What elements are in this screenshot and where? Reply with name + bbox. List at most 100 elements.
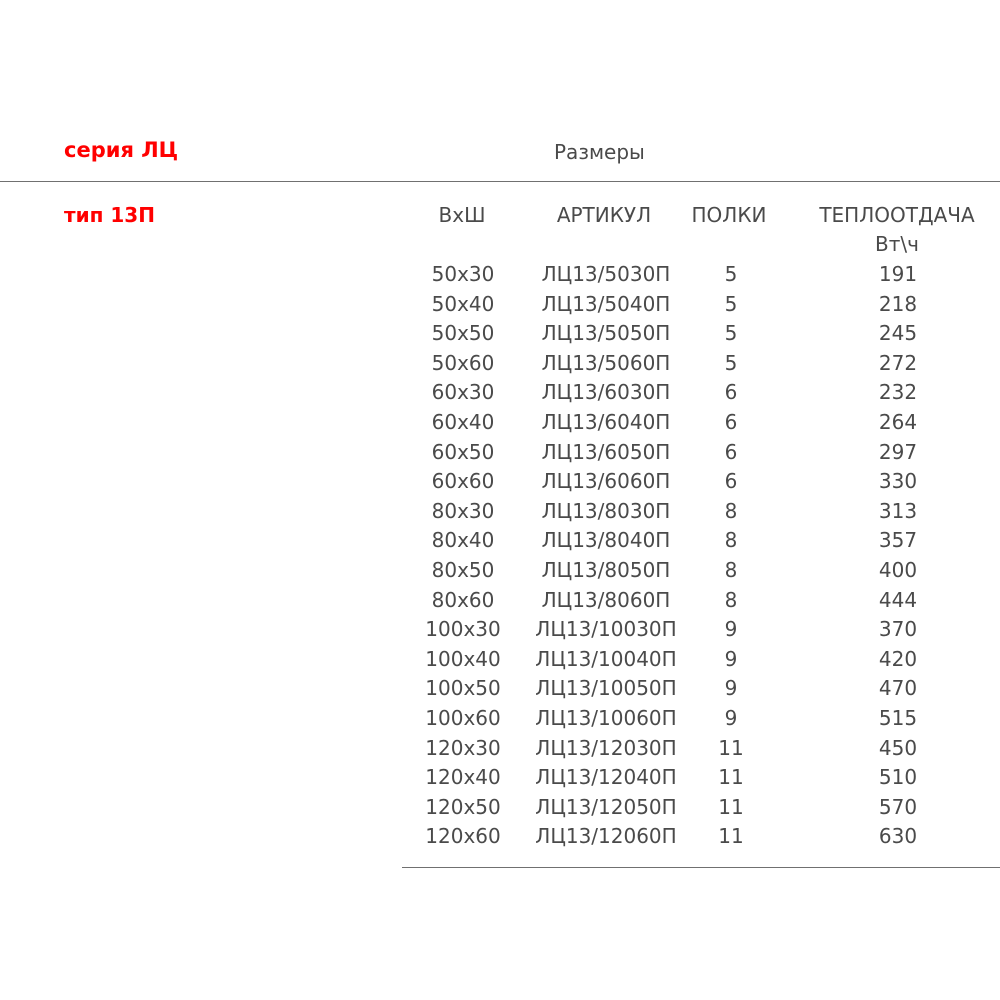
article-cell: ЛЦ13/8040П [541,528,671,553]
heat-output-cell: 264 [878,409,918,434]
column-header-size: ВхШ [438,203,486,227]
size-cell: 60х50 [431,439,495,464]
shelves-cell: 8 [724,557,738,582]
heat-output-cell: 232 [878,380,918,405]
table-row: 50х60 ЛЦ13/5060П 5 272 [0,349,1000,379]
size-cell: 100х50 [425,676,501,701]
table-row: 120х60 ЛЦ13/12060П 11 630 [0,822,1000,852]
article-cell: ЛЦ13/10060П [535,705,677,730]
heat-output-cell: 357 [878,528,918,553]
table-row: 80х40 ЛЦ13/8040П 8 357 [0,526,1000,556]
shelves-cell: 5 [724,262,738,286]
top-divider [0,181,1000,182]
table-row: 80х60 ЛЦ13/8060П 8 444 [0,586,1000,616]
shelves-cell: 11 [718,794,744,819]
shelves-cell: 9 [724,705,738,730]
table-row: 80х30 ЛЦ13/8030П 8 313 [0,497,1000,527]
size-cell: 50х30 [431,262,495,286]
heat-output-cell: 218 [878,291,918,316]
heat-output-cell: 313 [878,498,918,523]
size-cell: 80х50 [431,557,495,582]
size-cell: 120х30 [425,735,501,760]
table-row: 50х30 ЛЦ13/5030П 5 191 [0,260,1000,290]
article-cell: ЛЦ13/5050П [541,321,671,346]
shelves-cell: 5 [724,350,738,375]
section-header: Размеры [554,140,645,164]
table-row: 100х60 ЛЦ13/10060П 9 515 [0,704,1000,734]
table-row: 120х30 ЛЦ13/12030П 11 450 [0,734,1000,764]
table-row: 100х50 ЛЦ13/10050П 9 470 [0,674,1000,704]
article-cell: ЛЦ13/6060П [541,469,671,494]
article-cell: ЛЦ13/8030П [541,498,671,523]
shelves-cell: 11 [718,824,744,849]
article-cell: ЛЦ13/10050П [535,676,677,701]
article-cell: ЛЦ13/12060П [535,824,677,849]
shelves-cell: 6 [724,380,738,405]
article-cell: ЛЦ13/10030П [535,617,677,642]
size-cell: 50х50 [431,321,495,346]
table-row: 50х50 ЛЦ13/5050П 5 245 [0,319,1000,349]
heat-output-cell: 191 [878,262,918,286]
heat-output-cell: 444 [878,587,918,612]
shelves-cell: 9 [724,676,738,701]
table-row: 60х60 ЛЦ13/6060П 6 330 [0,467,1000,497]
shelves-cell: 11 [718,735,744,760]
article-cell: ЛЦ13/6040П [541,409,671,434]
series-title: серия ЛЦ [64,138,179,162]
article-cell: ЛЦ13/12030П [535,735,677,760]
heat-output-cell: 330 [878,469,918,494]
heat-output-cell: 515 [878,705,918,730]
heat-output-cell: 400 [878,557,918,582]
heat-output-cell: 420 [878,646,918,671]
shelves-cell: 5 [724,321,738,346]
heat-output-cell: 570 [878,794,918,819]
heat-unit-label: Вт\ч [875,232,919,256]
table-row: 50х40 ЛЦ13/5040П 5 218 [0,290,1000,320]
spec-table-body: 50х30 ЛЦ13/5030П 5 191 50х40 ЛЦ13/5040П 5 218 50… [0,260,1000,852]
size-cell: 100х40 [425,646,501,671]
heat-output-cell: 630 [878,824,918,849]
size-cell: 120х60 [425,824,501,849]
heat-output-cell: 510 [878,765,918,790]
size-cell: 80х60 [431,587,495,612]
size-cell: 100х30 [425,617,501,642]
table-row: 120х40 ЛЦ13/12040П 11 510 [0,763,1000,793]
heat-output-cell: 470 [878,676,918,701]
heat-output-cell: 450 [878,735,918,760]
size-cell: 80х30 [431,498,495,523]
size-cell: 60х60 [431,469,495,494]
heat-output-cell: 245 [878,321,918,346]
size-cell: 50х40 [431,291,495,316]
size-cell: 80х40 [431,528,495,553]
shelves-cell: 8 [724,498,738,523]
table-row: 60х50 ЛЦ13/6050П 6 297 [0,438,1000,468]
shelves-cell: 11 [718,765,744,790]
shelves-cell: 5 [724,291,738,316]
article-cell: ЛЦ13/6050П [541,439,671,464]
article-cell: ЛЦ13/5060П [541,350,671,375]
article-cell: ЛЦ13/8050П [541,557,671,582]
size-cell: 120х50 [425,794,501,819]
shelves-cell: 9 [724,646,738,671]
table-row: 80х50 ЛЦ13/8050П 8 400 [0,556,1000,586]
shelves-cell: 6 [724,409,738,434]
column-header-heat-output: ТЕПЛООТДАЧА [819,203,975,227]
heat-output-cell: 297 [878,439,918,464]
article-cell: ЛЦ13/5040П [541,291,671,316]
table-row: 60х40 ЛЦ13/6040П 6 264 [0,408,1000,438]
heat-output-cell: 370 [878,617,918,642]
size-cell: 120х40 [425,765,501,790]
article-cell: ЛЦ13/5030П [541,262,671,286]
column-header-shelves: ПОЛКИ [691,203,767,227]
size-cell: 60х40 [431,409,495,434]
table-row: 60х30 ЛЦ13/6030П 6 232 [0,378,1000,408]
type-title: тип 13П [64,203,155,227]
table-row: 100х30 ЛЦ13/10030П 9 370 [0,615,1000,645]
column-header-article: АРТИКУЛ [556,203,652,227]
shelves-cell: 9 [724,617,738,642]
shelves-cell: 6 [724,439,738,464]
bottom-divider [402,867,1000,868]
heat-output-cell: 272 [878,350,918,375]
size-cell: 100х60 [425,705,501,730]
size-cell: 50х60 [431,350,495,375]
